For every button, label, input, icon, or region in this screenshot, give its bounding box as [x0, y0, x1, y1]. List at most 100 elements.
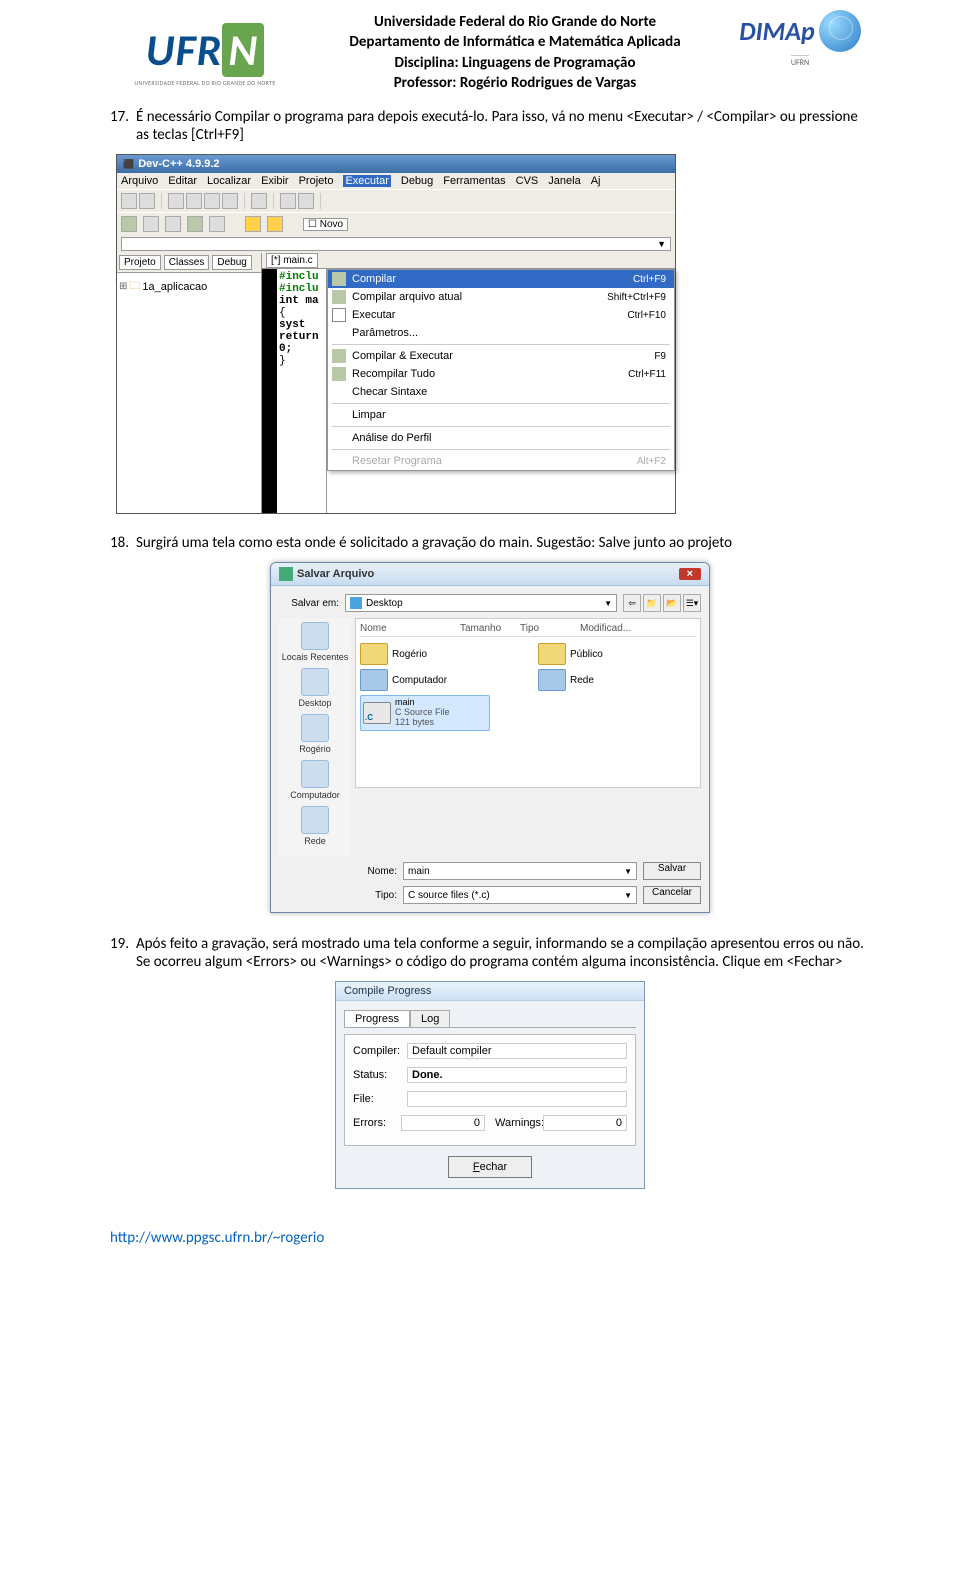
file-item-selected[interactable]: .C mainC Source File121 bytes	[360, 695, 490, 731]
disk-icon	[279, 567, 293, 581]
file-list: Nome Tamanho Tipo Modificad... Rogério P…	[355, 618, 701, 788]
place-computer[interactable]: Computador	[279, 760, 351, 800]
toolbar-icon[interactable]	[139, 193, 155, 209]
toolbar-icon[interactable]	[165, 216, 181, 232]
col-tipo[interactable]: Tipo	[520, 623, 580, 634]
sidebar-tab-classes[interactable]: Classes	[164, 255, 210, 270]
menu-executar[interactable]: Executar	[343, 175, 390, 187]
col-modif[interactable]: Modificad...	[580, 623, 631, 634]
about-icon[interactable]	[267, 216, 283, 232]
rebuild-icon	[332, 367, 346, 381]
tab-log[interactable]: Log	[410, 1010, 450, 1028]
view-button[interactable]: ☰▾	[683, 594, 701, 612]
network-icon	[301, 806, 329, 834]
tab-progress[interactable]: Progress	[344, 1010, 410, 1028]
tree-item-project[interactable]: 🗀 1a_aplicacao	[119, 277, 259, 296]
toolbar-icon[interactable]	[222, 193, 238, 209]
computer-icon	[301, 760, 329, 788]
logo-ufrn: UFRN UNIVERSIDADE FEDERAL DO RIO GRANDE …	[110, 10, 300, 100]
toolbar-icon[interactable]	[280, 193, 296, 209]
menu-item-compilar-executar[interactable]: Compilar & ExecutarF9	[328, 347, 674, 365]
warnings-label: Warnings:	[495, 1117, 543, 1129]
tipo-combo[interactable]: C source files (*.c)▼	[403, 886, 637, 904]
menu-arquivo[interactable]: Arquivo	[121, 175, 158, 187]
editor-tab[interactable]: [*] main.c	[266, 253, 318, 268]
toolbar-icon[interactable]	[121, 216, 137, 232]
close-button[interactable]: ×	[679, 568, 701, 580]
menu-ajuda[interactable]: Aj	[591, 175, 601, 187]
toolbar-icon[interactable]	[143, 216, 159, 232]
executar-menu: CompilarCtrl+F9 Compilar arquivo atualSh…	[327, 269, 675, 471]
item-text: Após feito a gravação, será mostrado uma…	[136, 935, 870, 971]
toolbar-icon[interactable]	[204, 193, 220, 209]
cancelar-button[interactable]: Cancelar	[643, 886, 701, 904]
compile-run-icon	[332, 349, 346, 363]
menu-item-limpar[interactable]: Limpar	[328, 406, 674, 424]
help-icon[interactable]	[245, 216, 261, 232]
menu-debug[interactable]: Debug	[401, 175, 433, 187]
menu-janela[interactable]: Janela	[548, 175, 580, 187]
file-item[interactable]: Público	[538, 643, 696, 665]
footer-link[interactable]: http://www.ppgsc.ufrn.br/~rogerio	[110, 1229, 870, 1247]
toolbar-icon[interactable]	[121, 193, 137, 209]
col-tamanho[interactable]: Tamanho	[460, 623, 520, 634]
place-network[interactable]: Rede	[279, 806, 351, 846]
menu-projeto[interactable]: Projeto	[299, 175, 334, 187]
header-text: Universidade Federal do Rio Grande do No…	[300, 10, 730, 93]
toolbar-icon[interactable]	[168, 193, 184, 209]
toolbar-icon[interactable]	[251, 193, 267, 209]
toolbar-icon[interactable]	[209, 216, 225, 232]
toolbar-icon[interactable]	[298, 193, 314, 209]
errors-label: Errors:	[353, 1117, 401, 1129]
header-line-3: Disciplina: Linguagens de Programação	[300, 53, 730, 73]
place-desktop[interactable]: Desktop	[279, 668, 351, 708]
menu-editar[interactable]: Editar	[168, 175, 197, 187]
new-folder-button[interactable]: 📂	[663, 594, 681, 612]
sidebar-tab-debug[interactable]: Debug	[212, 255, 251, 270]
up-button[interactable]: 📁	[643, 594, 661, 612]
compile-icon	[332, 290, 346, 304]
save-in-combo[interactable]: Desktop▼	[345, 594, 617, 612]
chevron-down-icon: ▼	[604, 599, 612, 608]
menu-item-compilar[interactable]: CompilarCtrl+F9	[328, 270, 674, 288]
menu-exibir[interactable]: Exibir	[261, 175, 289, 187]
list-item-17: 17. É necessário Compilar o programa par…	[110, 108, 870, 144]
nome-input[interactable]: main▼	[403, 862, 637, 880]
col-nome[interactable]: Nome	[360, 623, 460, 634]
compile-icon	[332, 272, 346, 286]
header-line-1: Universidade Federal do Rio Grande do No…	[300, 12, 730, 32]
header-line-4: Professor: Rogério Rodrigues de Vargas	[300, 73, 730, 93]
sidebar-tab-projeto[interactable]: Projeto	[119, 255, 161, 270]
file-label: File:	[353, 1093, 407, 1105]
ide-combo[interactable]: ▼	[121, 237, 671, 251]
menu-item-recompilar[interactable]: Recompilar TudoCtrl+F11	[328, 365, 674, 383]
fechar-button[interactable]: Fechar	[448, 1156, 532, 1178]
file-item[interactable]: Rede	[538, 669, 696, 691]
novo-button[interactable]: ☐ Novo	[303, 218, 348, 231]
toolbar-icon[interactable]	[186, 193, 202, 209]
save-in-label: Salvar em:	[279, 598, 339, 609]
menu-cvs[interactable]: CVS	[516, 175, 539, 187]
folder-icon	[538, 643, 566, 665]
chevron-down-icon: ▼	[657, 239, 666, 249]
tipo-label: Tipo:	[357, 890, 397, 901]
menu-item-checar[interactable]: Checar Sintaxe	[328, 383, 674, 401]
ide-sidebar: Projeto Classes Debug 🗀 1a_aplicacao	[117, 253, 262, 513]
file-item[interactable]: Rogério	[360, 643, 518, 665]
file-item[interactable]: Computador	[360, 669, 518, 691]
place-user[interactable]: Rogério	[279, 714, 351, 754]
menu-ferramentas[interactable]: Ferramentas	[443, 175, 505, 187]
menu-localizar[interactable]: Localizar	[207, 175, 251, 187]
back-button[interactable]: ⇦	[623, 594, 641, 612]
menu-item-parametros[interactable]: Parâmetros...	[328, 324, 674, 342]
toolbar-icon[interactable]	[187, 216, 203, 232]
menu-item-analise[interactable]: Análise do Perfil	[328, 429, 674, 447]
menu-item-compilar-atual[interactable]: Compilar arquivo atualShift+Ctrl+F9	[328, 288, 674, 306]
item-number: 19.	[110, 935, 136, 971]
menu-item-executar[interactable]: ExecutarCtrl+F10	[328, 306, 674, 324]
salvar-button[interactable]: Salvar	[643, 862, 701, 880]
errors-value: 0	[401, 1115, 485, 1131]
desktop-icon	[350, 597, 362, 609]
ide-screenshot: Dev-C++ 4.9.9.2 Arquivo Editar Localizar…	[116, 154, 676, 514]
place-recent[interactable]: Locais Recentes	[279, 622, 351, 662]
